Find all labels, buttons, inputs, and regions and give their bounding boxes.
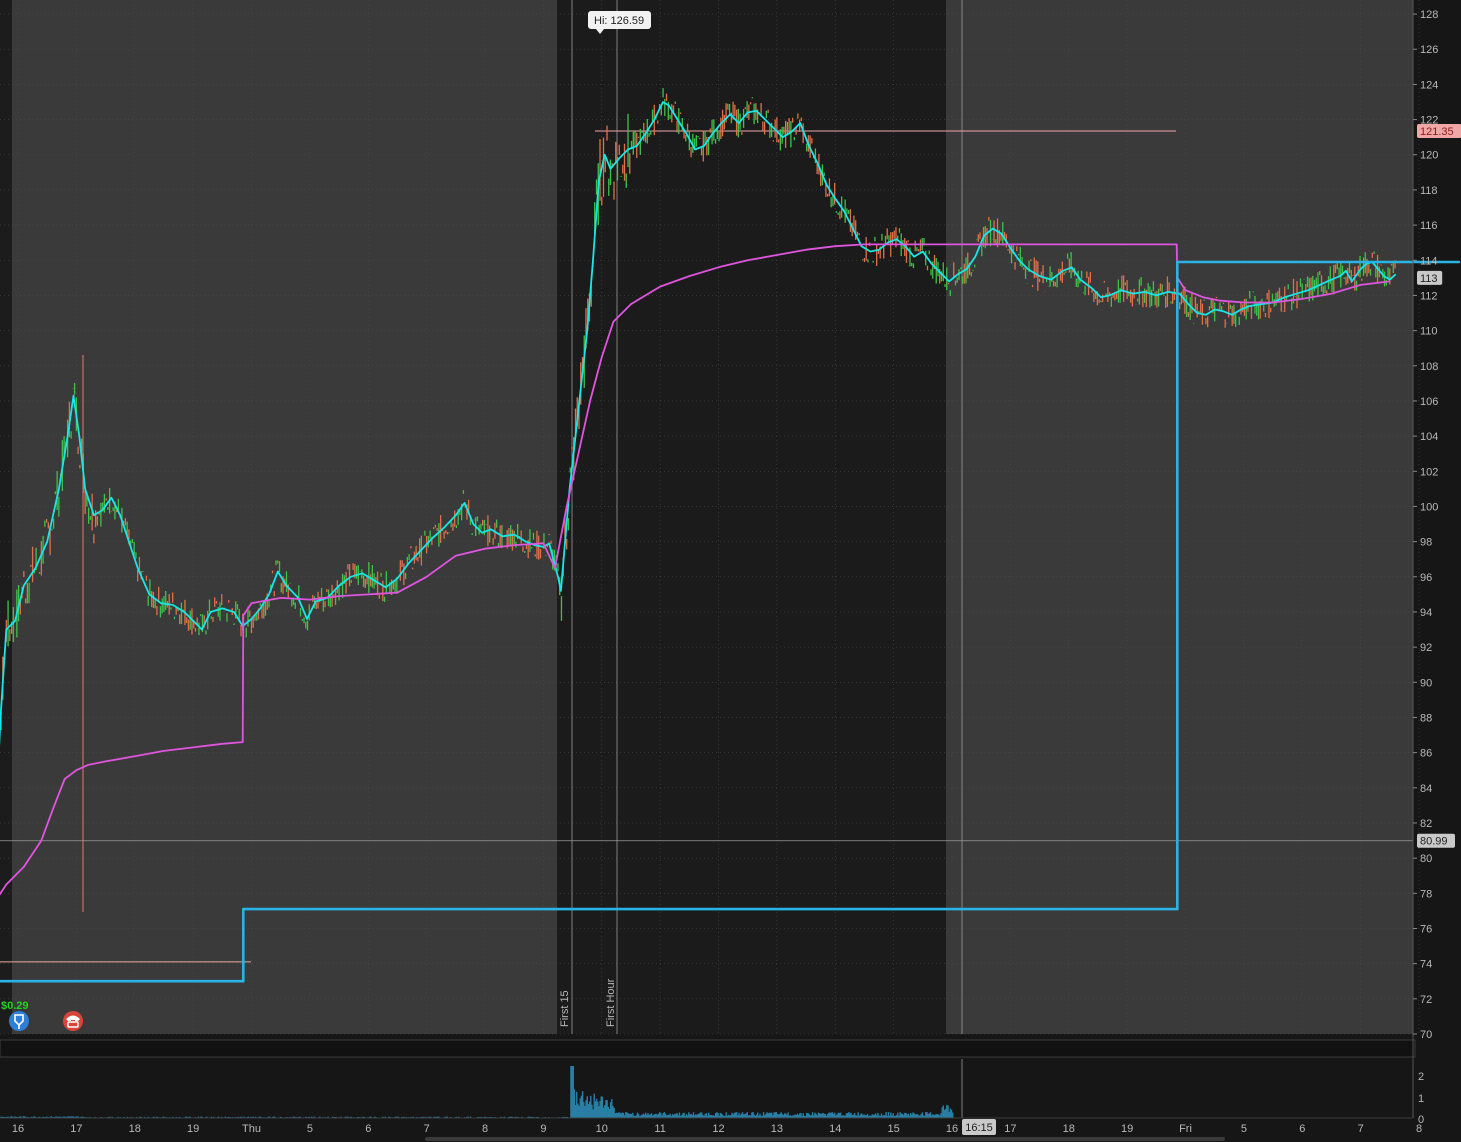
price-tick-label: 74 [1420, 959, 1432, 971]
time-tick-label: 15 [888, 1123, 900, 1135]
first-hour-label: First Hour [605, 978, 617, 1027]
time-tick-label: Fri [1179, 1123, 1192, 1135]
price-tick-label: 114 [1420, 255, 1438, 267]
time-tick-label: 14 [829, 1123, 841, 1135]
lead-study-label: $0.29 [1, 1000, 29, 1012]
price-tick-label: 88 [1420, 712, 1432, 724]
time-tick-label: 19 [1121, 1123, 1133, 1135]
chart-root[interactable]: 128 126 124 122 120 118 116 114 112 110 108 106 104 1… [0, 0, 1461, 1142]
price-tick-label: 110 [1420, 326, 1438, 338]
price-tick-label: 102 [1420, 466, 1438, 478]
time-tick-label: 10 [596, 1123, 608, 1135]
price-marker-label: 121.35 [1420, 126, 1454, 138]
time-tick-label: 17 [70, 1123, 82, 1135]
time-tick-label: 19 [187, 1123, 199, 1135]
price-tick-label: 92 [1420, 642, 1432, 654]
time-tick-label: 18 [1063, 1123, 1075, 1135]
price-tick-label: 124 [1420, 79, 1438, 91]
price-tick-label: 104 [1420, 431, 1438, 443]
time-tick-label: 7 [1358, 1123, 1364, 1135]
price-tick-label: 96 [1420, 572, 1432, 584]
price-chart[interactable]: 1281261241221201181161141121101081061041… [0, 0, 1461, 1142]
time-tick-label: 16 [946, 1123, 958, 1135]
high-callout-label: Hi: 126.59 [594, 15, 644, 27]
time-tick-label: 5 [1241, 1123, 1247, 1135]
price-tick-label: 112 [1420, 290, 1438, 302]
price-tick-label: 84 [1420, 783, 1432, 795]
price-tick-label: 80 [1420, 853, 1432, 865]
price-tick-label: 90 [1420, 677, 1432, 689]
price-tick-label: 78 [1420, 888, 1432, 900]
earnings-icon[interactable] [9, 1011, 29, 1031]
time-tick-label: 13 [771, 1123, 783, 1135]
price-tick-label: 100 [1420, 501, 1438, 513]
time-tick-label: 9 [540, 1123, 546, 1135]
price-tick-label: 86 [1420, 748, 1432, 760]
volume-tick-label: 1 [1418, 1093, 1424, 1105]
price-tick-label: 98 [1420, 537, 1432, 549]
price-tick-label: 82 [1420, 818, 1432, 830]
session-band [12, 0, 557, 1034]
price-marker-label: 113 [1420, 273, 1438, 285]
time-tick-label: 18 [129, 1123, 141, 1135]
time-tick-label: 16 [12, 1123, 24, 1135]
session-band [0, 0, 12, 1034]
time-tick-label: 8 [482, 1123, 488, 1135]
time-tick-label: 6 [365, 1123, 371, 1135]
session-band [946, 0, 1413, 1034]
price-tick-label: 106 [1420, 396, 1438, 408]
first15-label: First 15 [559, 990, 571, 1027]
price-tick-label: 76 [1420, 923, 1432, 935]
price-tick-label: 128 [1420, 9, 1438, 21]
session-shading [0, 0, 1461, 1142]
price-tick-label: 126 [1420, 44, 1438, 56]
time-tick-label: 7 [424, 1123, 430, 1135]
price-tick-label: 120 [1420, 150, 1438, 162]
cursor-time-label: 16:15 [965, 1122, 993, 1134]
price-tick-label: 116 [1420, 220, 1438, 232]
price-tick-label: 72 [1420, 994, 1432, 1006]
price-markers: 121.35 113 80.99 [1417, 124, 1461, 848]
time-tick-label: Thu [242, 1123, 261, 1135]
time-tick-label: 6 [1299, 1123, 1305, 1135]
price-tick-label: 118 [1420, 185, 1438, 197]
price-tick-label: 108 [1420, 361, 1438, 373]
price-tick-label: 94 [1420, 607, 1432, 619]
conference-call-icon[interactable] [63, 1011, 83, 1031]
volume-tick-label: 2 [1418, 1071, 1424, 1083]
price-tick-label: 70 [1420, 1029, 1432, 1041]
time-tick-label: 8 [1416, 1123, 1422, 1135]
time-tick-label: 12 [712, 1123, 724, 1135]
scrollbar[interactable] [425, 1137, 1225, 1141]
time-tick-label: 5 [307, 1123, 313, 1135]
price-marker-label: 80.99 [1420, 836, 1448, 848]
time-tick-label: 17 [1004, 1123, 1016, 1135]
time-tick-label: 11 [654, 1123, 665, 1135]
volume-bar [952, 1112, 954, 1118]
pane-divider [0, 1039, 1416, 1058]
